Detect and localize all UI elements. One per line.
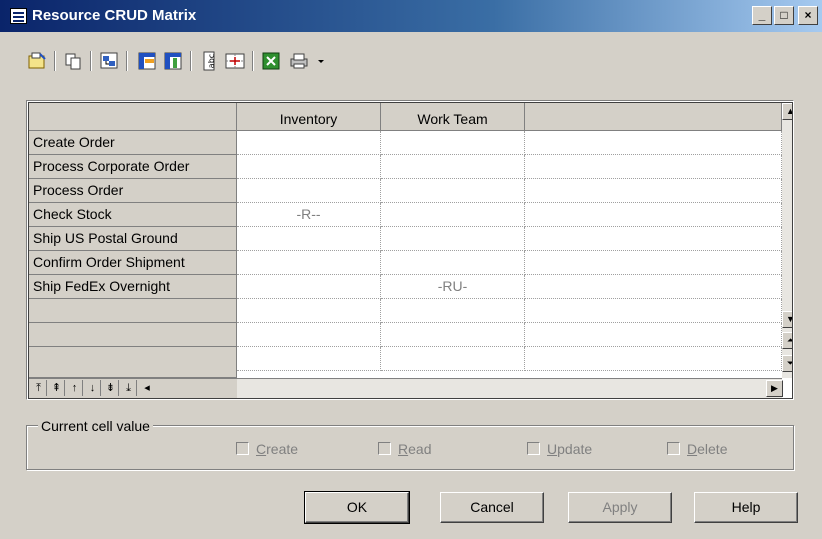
checkbox-box[interactable] xyxy=(378,442,391,455)
row-header[interactable] xyxy=(29,299,237,323)
matrix-cell[interactable] xyxy=(237,299,381,323)
row-header[interactable]: Create Order xyxy=(29,131,237,155)
first-record-icon[interactable]: ⤒ xyxy=(31,380,47,396)
matrix-cell[interactable] xyxy=(525,299,782,323)
toolbar-separator xyxy=(252,51,254,71)
select-rows-icon[interactable] xyxy=(136,50,158,72)
column-header-work-team[interactable]: Work Team xyxy=(381,103,525,131)
matrix-cell[interactable] xyxy=(381,155,525,179)
matrix-cell[interactable] xyxy=(381,299,525,323)
toolbar-separator xyxy=(54,51,56,71)
row-header[interactable] xyxy=(29,323,237,347)
matrix-cell[interactable] xyxy=(525,275,782,299)
print-dropdown-icon[interactable] xyxy=(310,50,324,72)
crud-matrix-grid: Inventory Work Team Create Order Process… xyxy=(26,100,794,400)
matrix-cell[interactable] xyxy=(381,323,525,347)
matrix-cell[interactable] xyxy=(525,347,782,371)
matrix-cell[interactable] xyxy=(237,275,381,299)
scroll-down-icon[interactable]: ▼ xyxy=(782,311,792,328)
toolbar-separator xyxy=(90,51,92,71)
matrix-cell[interactable]: -R-- xyxy=(237,203,381,227)
matrix-cell[interactable] xyxy=(525,323,782,347)
matrix-app-icon xyxy=(10,8,27,24)
delete-checkbox-label: Delete xyxy=(687,441,728,457)
toolbar-separator xyxy=(126,51,128,71)
current-cell-value-label: Current cell value xyxy=(38,418,153,434)
export-excel-icon[interactable] xyxy=(260,50,282,72)
matrix-cell[interactable] xyxy=(525,155,782,179)
previous-record-icon[interactable]: ↑ xyxy=(67,380,83,396)
record-navigation-bar: ⤒ ⇞ ↑ ↓ ⇟ ⤓ ◂ xyxy=(29,378,237,398)
checkbox-box[interactable] xyxy=(527,442,540,455)
matrix-cell[interactable] xyxy=(381,203,525,227)
grid-options-icon[interactable] xyxy=(224,50,246,72)
next-record-icon[interactable]: ↓ xyxy=(85,380,101,396)
page-up-icon[interactable]: ⏶ xyxy=(782,332,792,349)
matrix-cell[interactable]: -RU- xyxy=(381,275,525,299)
title-bar[interactable]: Resource CRUD Matrix _ □ × xyxy=(0,0,822,32)
matrix-cell[interactable] xyxy=(237,323,381,347)
toolbar: abc xyxy=(26,50,446,80)
row-header[interactable]: Process Corporate Order xyxy=(29,155,237,179)
row-header[interactable]: Confirm Order Shipment xyxy=(29,251,237,275)
matrix-cell[interactable] xyxy=(237,179,381,203)
horizontal-scrollbar[interactable]: ▶ xyxy=(237,378,783,398)
matrix-cell[interactable] xyxy=(525,179,782,203)
matrix-cell[interactable] xyxy=(237,155,381,179)
copy-icon[interactable] xyxy=(62,50,84,72)
text-orientation-icon[interactable]: abc xyxy=(198,50,220,72)
matrix-cell[interactable] xyxy=(525,203,782,227)
matrix-cell[interactable] xyxy=(525,131,782,155)
cancel-button[interactable]: Cancel xyxy=(440,492,544,523)
scroll-up-icon[interactable]: ▲ xyxy=(782,103,792,120)
matrix-cell[interactable] xyxy=(525,227,782,251)
row-header[interactable]: Process Order xyxy=(29,179,237,203)
properties-icon[interactable] xyxy=(26,50,48,72)
row-header[interactable]: Ship FedEx Overnight xyxy=(29,275,237,299)
scroll-left-icon[interactable]: ◂ xyxy=(139,380,155,396)
scroll-right-icon[interactable]: ▶ xyxy=(766,380,783,397)
row-header[interactable]: Check Stock xyxy=(29,203,237,227)
find-object-icon[interactable] xyxy=(98,50,120,72)
matrix-cell[interactable] xyxy=(237,131,381,155)
column-header-inventory[interactable]: Inventory xyxy=(237,103,381,131)
minimize-button[interactable]: _ xyxy=(752,6,772,25)
matrix-cell[interactable] xyxy=(381,179,525,203)
matrix-cell[interactable] xyxy=(525,251,782,275)
last-record-icon[interactable]: ⤓ xyxy=(121,380,137,396)
next-page-icon[interactable]: ⇟ xyxy=(103,380,119,396)
help-button[interactable]: Help xyxy=(694,492,798,523)
crud-matrix-dialog: Resource CRUD Matrix _ □ × abc Inventory… xyxy=(0,0,822,539)
matrix-cell[interactable] xyxy=(381,227,525,251)
matrix-cell[interactable] xyxy=(237,251,381,275)
matrix-cell[interactable] xyxy=(381,251,525,275)
window-title: Resource CRUD Matrix xyxy=(32,7,197,24)
update-checkbox-label: Update xyxy=(547,441,593,457)
page-down-icon[interactable]: ⏷ xyxy=(782,355,792,372)
svg-text:abc: abc xyxy=(207,54,216,68)
matrix-cell[interactable] xyxy=(237,227,381,251)
apply-button[interactable]: Apply xyxy=(568,492,672,523)
corner-header xyxy=(29,103,237,131)
row-header[interactable] xyxy=(29,347,237,378)
print-icon[interactable] xyxy=(288,50,310,72)
matrix-cell[interactable] xyxy=(381,131,525,155)
checkbox-box[interactable] xyxy=(236,442,249,455)
maximize-button[interactable]: □ xyxy=(774,6,794,25)
create-checkbox-label: Create xyxy=(256,441,299,457)
row-header[interactable]: Ship US Postal Ground xyxy=(29,227,237,251)
grid-viewport: Inventory Work Team Create Order Process… xyxy=(28,102,793,399)
matrix-cell[interactable] xyxy=(237,347,381,371)
vertical-scrollbar[interactable]: ▲ ▼ ⏶ ⏷ xyxy=(782,103,792,378)
toolbar-separator xyxy=(190,51,192,71)
previous-page-icon[interactable]: ⇞ xyxy=(49,380,65,396)
close-button[interactable]: × xyxy=(798,6,818,25)
read-checkbox-label: Read xyxy=(398,441,432,457)
checkbox-box[interactable] xyxy=(667,442,680,455)
select-columns-icon[interactable] xyxy=(162,50,184,72)
matrix-cell[interactable] xyxy=(381,347,525,371)
ok-button[interactable]: OK xyxy=(304,491,410,524)
column-header-empty[interactable] xyxy=(525,103,782,131)
